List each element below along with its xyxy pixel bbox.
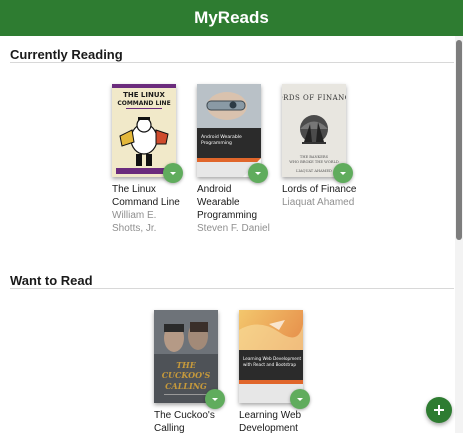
book-cover[interactable]: THE CUCKOO'S CALLING xyxy=(154,310,218,403)
shelf-title-currently-reading: Currently Reading xyxy=(10,47,123,62)
book-authors: Steven F. Daniel xyxy=(197,223,270,234)
shelf-changer-button[interactable] xyxy=(163,163,183,183)
svg-text:Android Wearable: Android Wearable xyxy=(201,134,242,140)
chevron-down-icon xyxy=(170,171,176,175)
book-title: The Cuckoo's Calling xyxy=(154,410,215,434)
shelf-changer-button[interactable] xyxy=(333,163,353,183)
chevron-down-icon xyxy=(255,171,261,175)
book-title: Android Wearable Programming xyxy=(197,184,258,221)
book-cover[interactable]: Android Wearable Programming xyxy=(197,84,261,177)
svg-text:Programming: Programming xyxy=(201,140,232,146)
book-cover[interactable]: Learning Web Development with React and … xyxy=(239,310,303,403)
svg-text:CUCKOO'S: CUCKOO'S xyxy=(162,370,211,380)
svg-text:LORDS OF FINANCE: LORDS OF FINANCE xyxy=(282,94,346,102)
book-authors: Liaquat Ahamed xyxy=(282,197,355,208)
chevron-down-icon xyxy=(297,397,303,401)
scrollbar-thumb[interactable] xyxy=(456,40,462,240)
svg-text:WHO BROKE THE WORLD: WHO BROKE THE WORLD xyxy=(289,160,339,164)
book-title: The Linux Command Line xyxy=(112,184,180,208)
book-title: Lords of Finance xyxy=(282,184,357,195)
svg-text:Learning Web Development: Learning Web Development xyxy=(243,356,302,361)
svg-text:COMMAND LINE: COMMAND LINE xyxy=(117,100,170,107)
shelf-divider xyxy=(10,288,454,289)
svg-text:LIAQUAT AHAMED: LIAQUAT AHAMED xyxy=(296,169,332,173)
shelf-changer-button[interactable] xyxy=(205,389,225,409)
chevron-down-icon xyxy=(212,397,218,401)
shelf-title-want-to-read: Want to Read xyxy=(10,273,93,288)
app-header: MyReads xyxy=(0,0,463,36)
shelf-changer-button[interactable] xyxy=(248,163,268,183)
book-cover[interactable]: THE LINUX COMMAND LINE xyxy=(112,84,176,177)
book-cover[interactable]: LORDS OF FINANCE THE BANKERS WHO BROKE T… xyxy=(282,84,346,177)
book-authors: William E. Shotts, Jr. xyxy=(112,210,157,234)
svg-text:with React and Bootstrap: with React and Bootstrap xyxy=(243,362,296,367)
add-book-button[interactable] xyxy=(426,397,452,423)
svg-text:THE LINUX: THE LINUX xyxy=(123,91,165,99)
book-title: Learning Web Development xyxy=(239,410,302,434)
plus-icon xyxy=(434,405,444,415)
app-title: MyReads xyxy=(194,8,269,27)
svg-text:THE BANKERS: THE BANKERS xyxy=(300,155,329,159)
shelf-changer-button[interactable] xyxy=(290,389,310,409)
svg-text:THE: THE xyxy=(176,360,197,370)
shelf-divider xyxy=(10,62,454,63)
chevron-down-icon xyxy=(340,171,346,175)
svg-text:CALLING: CALLING xyxy=(165,381,207,391)
